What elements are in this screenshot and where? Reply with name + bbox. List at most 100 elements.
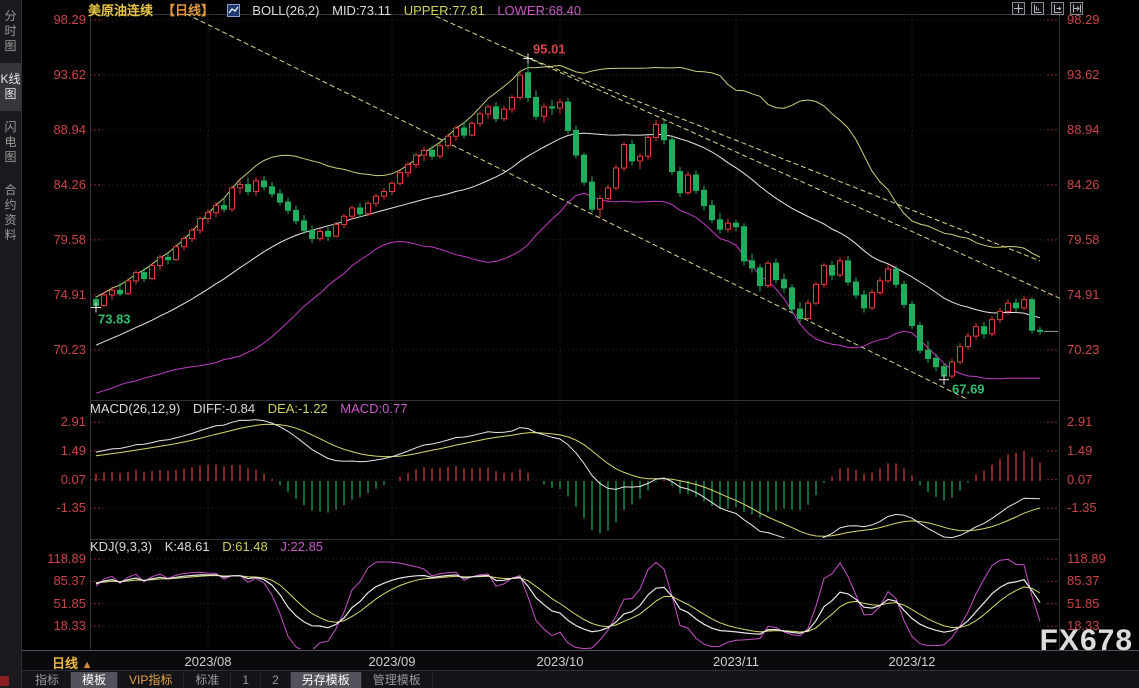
macd-panel — [96, 451, 1040, 533]
y-axis-label: 18.33 — [22, 618, 86, 633]
macd-dea-readout: DEA:-1.22 — [268, 401, 328, 416]
kdj-k-readout: K:48.61 — [165, 539, 210, 554]
trendline-3[interactable] — [518, 54, 1040, 261]
macd-indicator-label: MACD(26,12,9) — [90, 401, 180, 416]
kdj-k-line — [96, 575, 1040, 634]
candle-body — [422, 150, 427, 155]
candle-body — [462, 128, 467, 135]
candle-body — [798, 309, 803, 318]
kdj-indicator-label: KDJ(9,3,3) — [90, 539, 152, 554]
candle-body — [286, 202, 291, 210]
candle-body — [486, 107, 491, 114]
toolbar-item-save-template[interactable]: 另存模板 — [291, 672, 362, 688]
trendline-2[interactable] — [436, 16, 1060, 302]
candle-body — [374, 196, 379, 203]
candle-body — [198, 219, 203, 231]
candle-body — [310, 230, 315, 238]
kdj-d-readout: D:61.48 — [222, 539, 268, 554]
candle-body — [294, 210, 299, 221]
candle-body — [494, 107, 499, 119]
candle-body — [1022, 300, 1027, 308]
axis-shift-icon[interactable] — [1051, 2, 1064, 15]
candle-body — [958, 347, 963, 362]
candle-body — [190, 230, 195, 238]
sidebar-item-lightning[interactable]: 闪电图 — [0, 111, 21, 174]
x-axis-date-label: 2023/10 — [528, 654, 592, 669]
y-axis-label: 88.94 — [22, 122, 86, 137]
candles — [94, 59, 1043, 380]
sidebar-item-contract-info[interactable]: 合约资料 — [0, 174, 21, 252]
candle-body — [134, 273, 139, 281]
candle-body — [830, 266, 835, 275]
candle-body — [926, 350, 931, 358]
candle-body — [814, 284, 819, 303]
toolbar-item-manage-template[interactable]: 管理模板 — [362, 672, 433, 688]
y-axis-label: 118.89 — [22, 551, 86, 566]
crosshair-icon[interactable] — [1012, 2, 1025, 15]
candle-body — [110, 290, 115, 295]
candle-body — [502, 109, 507, 118]
candle-body — [454, 128, 459, 136]
candle-body — [414, 155, 419, 164]
candle-body — [222, 206, 227, 210]
candle-body — [1006, 303, 1011, 311]
candle-body — [550, 107, 555, 108]
boll-upper-readout: UPPER:77.81 — [404, 3, 485, 18]
candle-body — [254, 181, 259, 192]
candle-body — [870, 293, 875, 308]
y-axis-label: 0.07 — [22, 472, 86, 487]
candle-body — [990, 320, 995, 334]
axis-scale-icon[interactable] — [1031, 2, 1044, 15]
candle-body — [910, 304, 915, 325]
candle-body — [750, 261, 755, 268]
toolbar-item-vip-indicator[interactable]: VIP指标 — [118, 672, 184, 688]
sidebar-item-time-share[interactable]: 分时图 — [0, 0, 21, 63]
candle-body — [174, 247, 179, 260]
candle-body — [430, 150, 435, 156]
y-axis-label: 2.91 — [22, 414, 86, 429]
boll-lower-readout: LOWER:68.40 — [497, 3, 581, 18]
y-axis-label: 79.58 — [22, 232, 86, 247]
candle-body — [526, 73, 531, 98]
indicator-chart-icon — [227, 4, 240, 20]
x-axis-row: 日线 ▲ 2023/082023/092023/102023/112023/12 — [22, 650, 1139, 670]
chart-tool-icons — [1010, 2, 1083, 20]
candle-body — [670, 140, 675, 172]
pane-add-icon[interactable] — [1070, 2, 1083, 15]
boll-mid-readout: MID:73.11 — [332, 3, 391, 18]
y-axis-label: 85.37 — [1064, 573, 1137, 588]
kdj-j-readout: J:22.85 — [280, 539, 323, 554]
candle-body — [278, 194, 283, 202]
candle-body — [742, 227, 747, 261]
candle-body — [606, 188, 611, 199]
candle-body — [470, 123, 475, 135]
price-annotation: 73.83 — [98, 312, 131, 327]
candle-body — [342, 216, 347, 224]
price-annotation: 67.69 — [952, 382, 985, 397]
y-axis-label: 85.37 — [22, 573, 86, 588]
candle-body — [390, 183, 395, 191]
macd-dea-line — [96, 424, 1040, 536]
toolbar-item-2[interactable]: 2 — [261, 672, 291, 688]
candle-body — [558, 102, 563, 108]
sidebar-item-kline[interactable]: K线图 — [0, 63, 21, 111]
candle-body — [598, 199, 603, 210]
candle-body — [702, 190, 707, 205]
candle-body — [350, 208, 355, 216]
candle-body — [694, 175, 699, 190]
toolbar-item-standard[interactable]: 标准 — [184, 672, 231, 688]
toolbar-item-indicator[interactable]: 指标 — [24, 672, 71, 688]
candle-body — [862, 295, 867, 308]
price-annotation: 95.01 — [533, 42, 566, 57]
y-axis-label: -1.35 — [22, 500, 86, 515]
toolbar-item-1[interactable]: 1 — [231, 672, 261, 688]
chart-header: 美原油连续【日线】 BOLL(26,2) MID:73.11 UPPER:77.… — [22, 0, 1139, 17]
candle-body — [726, 223, 731, 229]
candle-body — [806, 303, 811, 318]
toolbar-item-template[interactable]: 模板 — [71, 672, 118, 688]
chart-area: 美原油连续【日线】 BOLL(26,2) MID:73.11 UPPER:77.… — [22, 0, 1139, 650]
candle-body — [854, 282, 859, 295]
candle-body — [638, 156, 643, 161]
boll-mid-line — [96, 133, 1040, 345]
candle-body — [998, 311, 1003, 319]
